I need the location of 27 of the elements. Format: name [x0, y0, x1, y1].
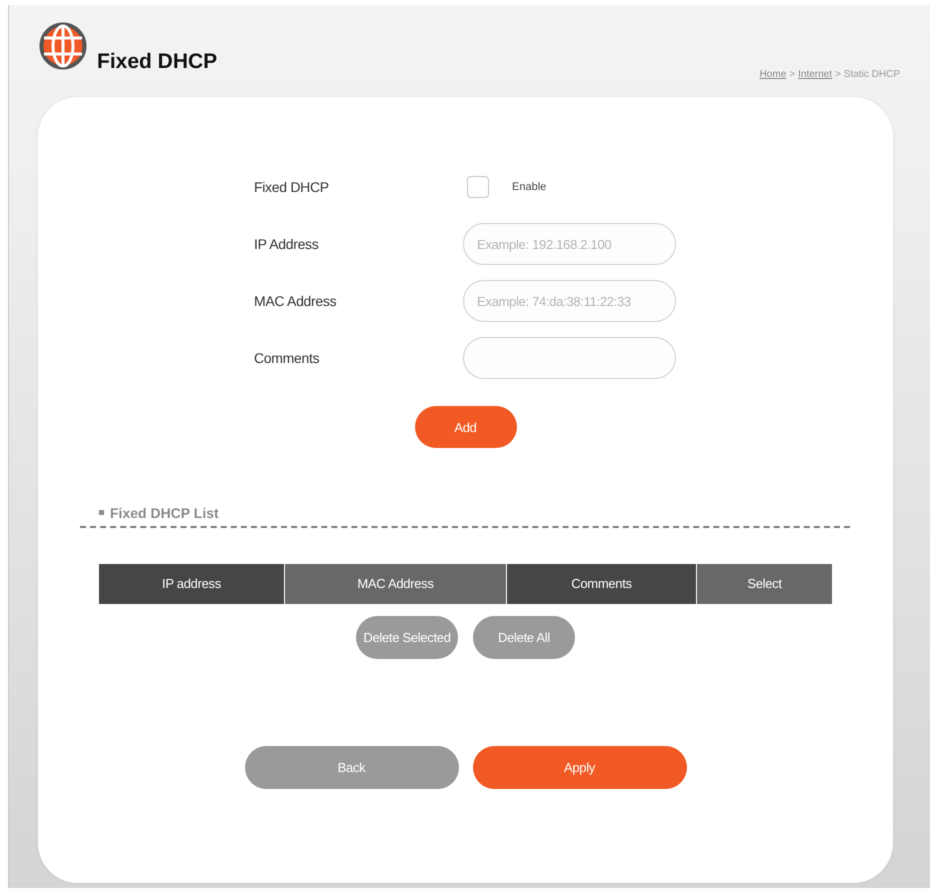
- apply-button[interactable]: Apply: [472, 746, 686, 789]
- input-field[interactable]: [463, 337, 676, 379]
- input-field[interactable]: Example: 192.168.2.100: [463, 223, 676, 265]
- section-title: Fixed DHCP List: [110, 504, 219, 520]
- delete-all-button[interactable]: Delete All: [473, 616, 575, 659]
- back-button[interactable]: Back: [244, 746, 458, 789]
- checkbox-label: Enable: [512, 181, 546, 193]
- breadcrumb-separator: >: [789, 69, 796, 80]
- column-header: Comments: [507, 564, 696, 604]
- column-header: MAC Address: [285, 564, 506, 604]
- field-label: Comments: [254, 350, 320, 366]
- breadcrumb-current: Static DHCP: [844, 69, 900, 80]
- input-field[interactable]: Example: 74:da:38:11:22:33: [463, 280, 676, 322]
- delete-selected-button[interactable]: Delete Selected: [356, 616, 458, 659]
- field-label: IP Address: [254, 236, 318, 252]
- breadcrumb-link[interactable]: Home: [760, 69, 786, 80]
- field-label: MAC Address: [254, 293, 336, 309]
- checkbox[interactable]: [467, 176, 489, 198]
- add-button[interactable]: Add: [414, 406, 516, 448]
- page-title: Fixed DHCP: [97, 50, 218, 74]
- breadcrumb-separator: >: [835, 69, 841, 80]
- field-label: Fixed DHCP: [254, 179, 329, 195]
- breadcrumb-link[interactable]: Internet: [798, 69, 832, 80]
- square-bullet-icon: [99, 510, 104, 515]
- globe-icon: [38, 22, 88, 70]
- column-header: Select: [697, 564, 832, 604]
- column-header: IP address: [99, 564, 284, 604]
